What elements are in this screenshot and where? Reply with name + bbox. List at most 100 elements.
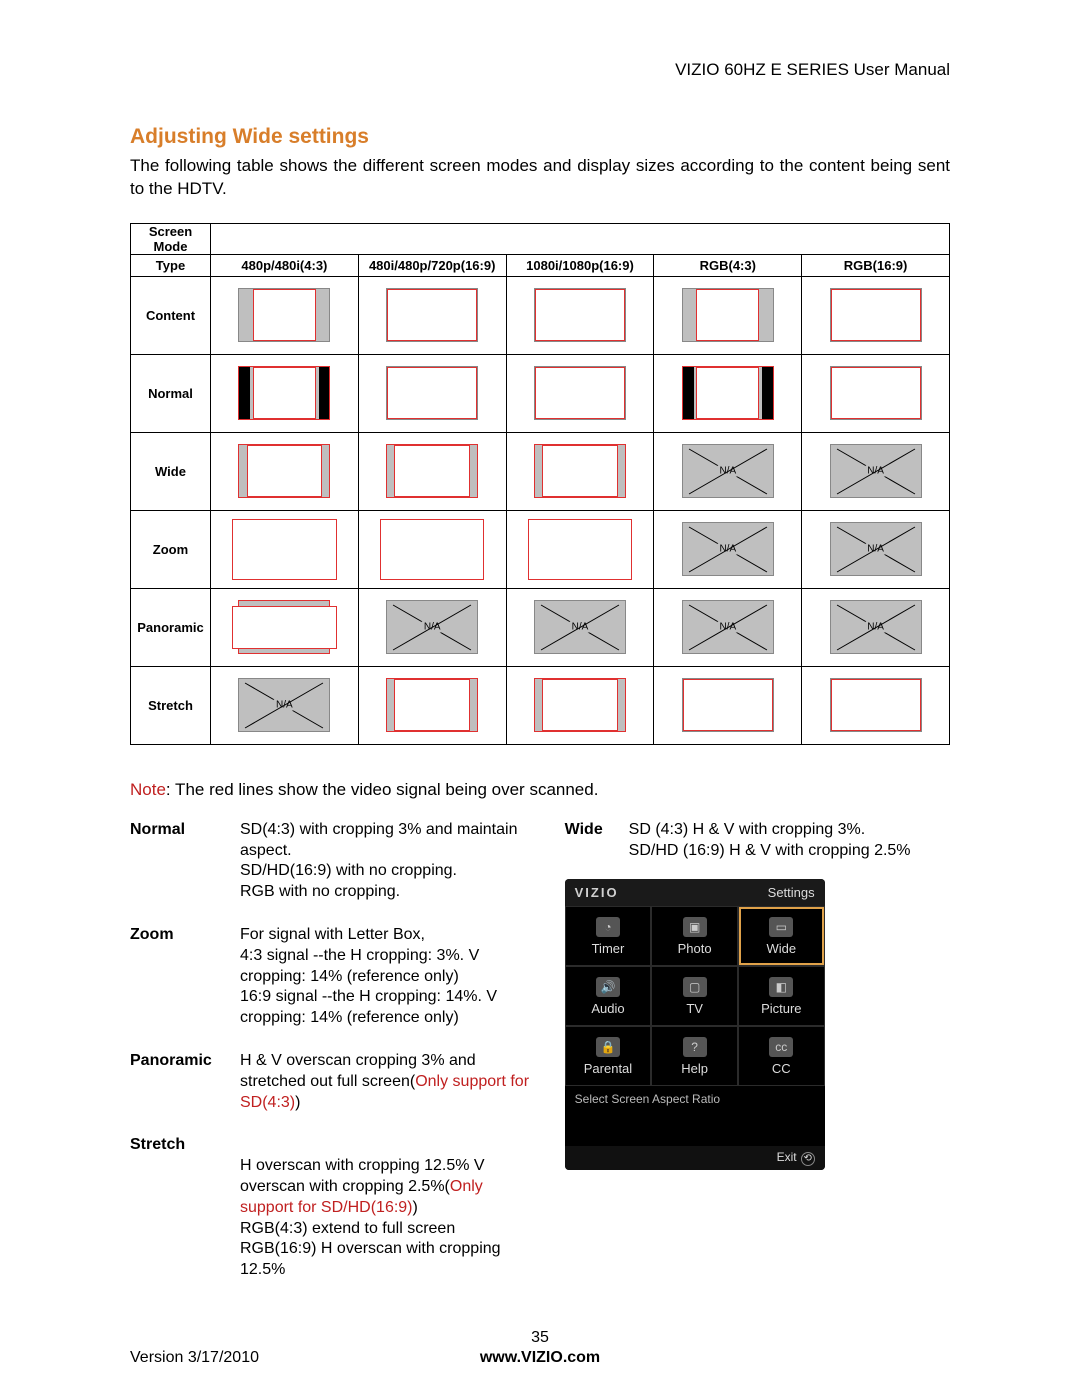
osd-item-timer[interactable]: ◔ Timer <box>565 906 652 966</box>
thumb-icon <box>830 366 922 420</box>
table-cell: N/A <box>654 510 802 588</box>
section-title: Adjusting Wide settings <box>130 125 950 149</box>
na-icon: N/A <box>830 522 922 576</box>
picture-icon: ◧ <box>769 977 793 997</box>
table-cell <box>506 666 654 744</box>
thumb-icon <box>238 522 330 576</box>
table-cell <box>211 510 359 588</box>
table-cell <box>358 276 506 354</box>
lock-icon: 🔒 <box>596 1037 620 1057</box>
site-url: www.VIZIO.com <box>480 1349 600 1366</box>
osd-menu: VIZIO Settings ◔ Timer ▣Photo▭Wide 🔊Audio ▢ T… <box>565 879 825 1170</box>
na-icon: N/A <box>386 600 478 654</box>
osd-item-audio[interactable]: 🔊Audio <box>565 966 652 1026</box>
osd-settings-label: Settings <box>768 885 815 900</box>
desc-label: Zoom <box>130 925 220 1029</box>
osd-status: Select Screen Aspect Ratio <box>565 1086 825 1146</box>
desc-text: H & V overscan cropping 3% and stretched… <box>240 1051 535 1113</box>
thumb-icon <box>386 678 478 732</box>
exit-icon[interactable]: ⟲ <box>801 1152 815 1166</box>
osd-item-help[interactable]: ? Help <box>651 1026 738 1086</box>
desc-text: For signal with Letter Box, 4:3 signal -… <box>240 925 535 1029</box>
page: VIZIO 60HZ E SERIES User Manual Adjustin… <box>0 0 1080 1397</box>
thumb-icon <box>534 522 626 576</box>
desc-text: H overscan with cropping 12.5% V oversca… <box>240 1135 535 1281</box>
row-label: Normal <box>131 354 211 432</box>
thumb-icon <box>830 288 922 342</box>
osd-item-photo[interactable]: ▣Photo <box>651 906 738 966</box>
osd-item-label: Wide <box>766 941 796 956</box>
photo-icon: ▣ <box>683 917 707 937</box>
osd-item-label: TV <box>686 1001 703 1016</box>
row-label: Wide <box>131 432 211 510</box>
table-cell: N/A <box>211 666 359 744</box>
row-label: Stretch <box>131 666 211 744</box>
desc-label: Normal <box>130 820 220 903</box>
osd-item-label: Help <box>681 1061 708 1076</box>
table-cell: N/A <box>654 432 802 510</box>
thumb-icon <box>534 366 626 420</box>
thumb-icon <box>682 288 774 342</box>
descriptions-left: Normal SD(4:3) with cropping 3% and main… <box>130 820 535 1303</box>
osd-item-label: Timer <box>592 941 625 956</box>
osd-item-label: Audio <box>591 1001 624 1016</box>
help-icon: ? <box>683 1037 707 1057</box>
section-intro: The following table shows the different … <box>130 155 950 201</box>
osd-logo: VIZIO <box>575 885 619 900</box>
osd-item-picture[interactable]: ◧Picture <box>738 966 825 1026</box>
na-icon: N/A <box>682 444 774 498</box>
tv-icon: ▢ <box>683 977 707 997</box>
osd-exit-label[interactable]: Exit <box>777 1150 797 1164</box>
thumb-icon <box>534 444 626 498</box>
thumb-icon <box>682 366 774 420</box>
screen-mode-header: Screen Mode <box>131 223 211 254</box>
thumb-icon <box>238 444 330 498</box>
table-cell: N/A <box>802 432 950 510</box>
desc-text: SD (4:3) H & V with cropping 3%. SD/HD (… <box>629 820 911 862</box>
table-cell: N/A <box>802 588 950 666</box>
table-cell: N/A <box>802 510 950 588</box>
note-line: Note: The red lines show the video signa… <box>130 780 950 800</box>
osd-footer: Exit ⟲ <box>565 1146 825 1170</box>
note-label: Note <box>130 780 166 799</box>
osd-item-tv[interactable]: ▢ TV <box>651 966 738 1026</box>
osd-item-parental[interactable]: 🔒 Parental <box>565 1026 652 1086</box>
osd-item-wide[interactable]: ▭Wide <box>738 906 825 966</box>
col-header: 480p/480i(4:3) <box>211 254 359 276</box>
page-footer: Version 3/17/2010 35 www.VIZIO.com <box>130 1349 950 1367</box>
thumb-icon <box>386 288 478 342</box>
desc-text: SD(4:3) with cropping 3% and maintain as… <box>240 820 535 903</box>
page-number: 35 <box>130 1329 950 1347</box>
col-header: 1080i/1080p(16:9) <box>506 254 654 276</box>
na-icon: N/A <box>682 600 774 654</box>
desc-label: Stretch <box>130 1135 220 1281</box>
na-icon: N/A <box>830 444 922 498</box>
na-icon: N/A <box>682 522 774 576</box>
osd-item-label: Parental <box>584 1061 632 1076</box>
thumb-icon <box>534 288 626 342</box>
table-cell <box>358 666 506 744</box>
table-cell <box>211 432 359 510</box>
cc-icon: cc <box>769 1037 793 1057</box>
na-icon: N/A <box>830 600 922 654</box>
table-cell: N/A <box>358 588 506 666</box>
table-cell <box>211 276 359 354</box>
osd-item-label: CC <box>772 1061 791 1076</box>
table-cell <box>654 666 802 744</box>
clock-icon: ◔ <box>596 917 620 937</box>
desc-label: Panoramic <box>130 1051 220 1113</box>
desc-label: Wide <box>565 820 611 862</box>
table-cell <box>211 588 359 666</box>
table-cell <box>802 354 950 432</box>
na-icon: N/A <box>534 600 626 654</box>
thumb-icon <box>682 678 774 732</box>
thumb-icon <box>534 678 626 732</box>
table-cell: N/A <box>654 588 802 666</box>
osd-item-cc[interactable]: cc CC <box>738 1026 825 1086</box>
thumb-icon <box>386 444 478 498</box>
descriptions-right: Wide SD (4:3) H & V with cropping 3%. SD… <box>565 820 950 1303</box>
na-icon: N/A <box>238 678 330 732</box>
note-text: : The red lines show the video signal be… <box>166 780 599 799</box>
col-header: RGB(4:3) <box>654 254 802 276</box>
thumb-icon <box>830 678 922 732</box>
